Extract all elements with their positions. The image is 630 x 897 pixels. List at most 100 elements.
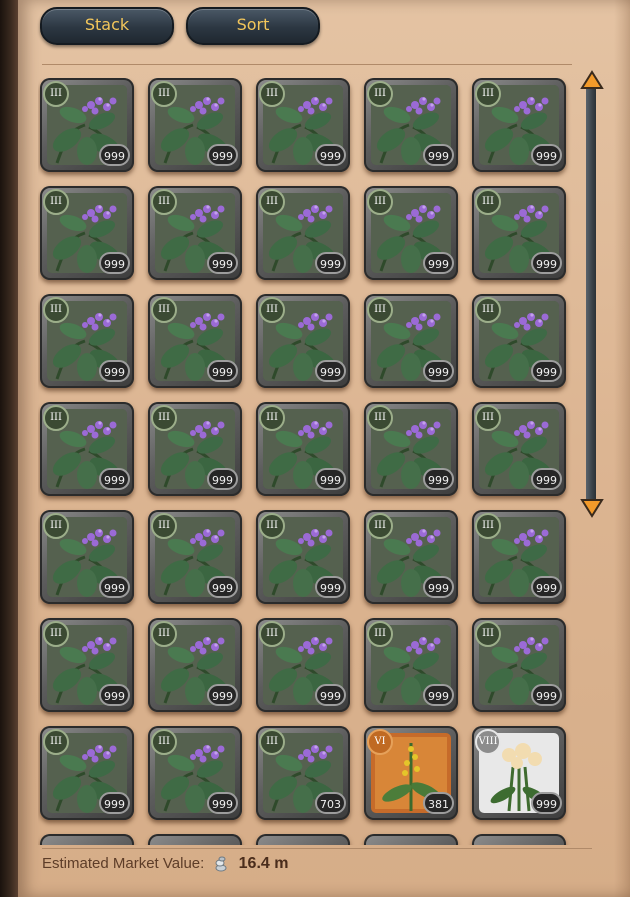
stack-count: 999 bbox=[423, 144, 454, 166]
tier-badge: III bbox=[367, 405, 393, 431]
inventory-slot[interactable]: III 999 bbox=[148, 618, 242, 712]
stack-count: 999 bbox=[423, 360, 454, 382]
stack-button[interactable]: Stack bbox=[40, 7, 174, 45]
divider bbox=[42, 848, 592, 849]
stack-count: 703 bbox=[315, 792, 346, 814]
stack-count: 999 bbox=[207, 144, 238, 166]
stack-count: 999 bbox=[207, 576, 238, 598]
inventory-slot[interactable]: III 999 bbox=[256, 510, 350, 604]
market-value-label: Estimated Market Value: bbox=[42, 855, 205, 872]
inventory-slot[interactable]: III 999 bbox=[40, 294, 134, 388]
stack-count: 999 bbox=[315, 576, 346, 598]
tier-badge: III bbox=[259, 513, 285, 539]
inventory-slot[interactable]: III 999 bbox=[472, 402, 566, 496]
stack-count: 999 bbox=[531, 684, 562, 706]
inventory-slot[interactable]: III 999 bbox=[472, 618, 566, 712]
tier-badge: III bbox=[43, 297, 69, 323]
stack-count: 999 bbox=[207, 684, 238, 706]
inventory-slot[interactable] bbox=[256, 834, 350, 845]
inventory-slot[interactable]: III 999 bbox=[256, 186, 350, 280]
inventory-slot[interactable] bbox=[40, 834, 134, 845]
stack-count: 999 bbox=[99, 684, 130, 706]
sort-button[interactable]: Sort bbox=[186, 7, 320, 45]
tier-badge: III bbox=[151, 513, 177, 539]
stack-count: 999 bbox=[315, 684, 346, 706]
inventory-slot[interactable] bbox=[148, 834, 242, 845]
tier-badge: III bbox=[43, 513, 69, 539]
tier-badge: VI bbox=[367, 729, 393, 755]
divider bbox=[42, 64, 572, 65]
tier-badge: III bbox=[367, 81, 393, 107]
stack-count: 999 bbox=[531, 360, 562, 382]
inventory-slot[interactable]: III 999 bbox=[256, 294, 350, 388]
inventory-slot[interactable]: III 999 bbox=[472, 78, 566, 172]
inventory-slot[interactable]: III 999 bbox=[472, 510, 566, 604]
inventory-slot[interactable]: III 999 bbox=[364, 402, 458, 496]
inventory-slot[interactable]: III 999 bbox=[148, 726, 242, 820]
tier-badge: III bbox=[43, 81, 69, 107]
inventory-slot[interactable]: III 999 bbox=[364, 618, 458, 712]
stack-count: 999 bbox=[207, 792, 238, 814]
inventory-slot[interactable]: III 999 bbox=[364, 294, 458, 388]
inventory-slot[interactable]: VIII 999 bbox=[472, 726, 566, 820]
stack-count: 999 bbox=[531, 576, 562, 598]
tier-badge: III bbox=[151, 729, 177, 755]
inventory-slot[interactable]: III 999 bbox=[40, 510, 134, 604]
tier-badge: III bbox=[475, 513, 501, 539]
tier-badge: III bbox=[475, 405, 501, 431]
stack-count: 999 bbox=[315, 468, 346, 490]
inventory-slot[interactable]: III 999 bbox=[256, 78, 350, 172]
inventory-slot[interactable]: III 999 bbox=[40, 726, 134, 820]
inventory-slot[interactable] bbox=[364, 834, 458, 845]
tier-badge: III bbox=[151, 405, 177, 431]
tier-badge: III bbox=[475, 297, 501, 323]
inventory-slot[interactable] bbox=[472, 834, 566, 845]
tier-badge: III bbox=[151, 189, 177, 215]
inventory-slot[interactable]: III 999 bbox=[40, 402, 134, 496]
inventory-slot[interactable]: III 999 bbox=[40, 618, 134, 712]
stack-count: 999 bbox=[99, 576, 130, 598]
tier-badge: III bbox=[151, 297, 177, 323]
chevron-down-icon[interactable] bbox=[580, 498, 604, 518]
tier-badge: III bbox=[43, 405, 69, 431]
tier-badge: III bbox=[43, 621, 69, 647]
stack-count: 999 bbox=[99, 468, 130, 490]
tier-badge: III bbox=[475, 621, 501, 647]
chevron-up-icon[interactable] bbox=[580, 70, 604, 90]
inventory-slot[interactable]: III 999 bbox=[256, 402, 350, 496]
inventory-slot[interactable]: III 999 bbox=[148, 402, 242, 496]
stack-count: 999 bbox=[207, 360, 238, 382]
stack-count: 999 bbox=[531, 468, 562, 490]
stack-count: 999 bbox=[531, 792, 562, 814]
inventory-slot[interactable]: III 999 bbox=[148, 78, 242, 172]
inventory-slot[interactable]: III 999 bbox=[148, 186, 242, 280]
inventory-slot[interactable]: III 999 bbox=[256, 618, 350, 712]
tier-badge: III bbox=[151, 621, 177, 647]
inventory-grid: III 999 III 999 III 999 III 999 III 999 … bbox=[38, 78, 578, 845]
inventory-slot[interactable]: VI 381 bbox=[364, 726, 458, 820]
inventory-slot[interactable]: III 999 bbox=[364, 186, 458, 280]
inventory-slot[interactable]: III 999 bbox=[148, 294, 242, 388]
stack-count: 999 bbox=[531, 252, 562, 274]
scrollbar-track[interactable] bbox=[586, 78, 596, 508]
market-value: 16.4 m bbox=[238, 855, 289, 872]
window-frame-left bbox=[0, 0, 18, 897]
stack-count: 999 bbox=[99, 360, 130, 382]
tier-badge: III bbox=[367, 621, 393, 647]
stack-count: 999 bbox=[99, 792, 130, 814]
stack-count: 999 bbox=[315, 360, 346, 382]
stack-count: 999 bbox=[99, 252, 130, 274]
inventory-slot[interactable]: III 999 bbox=[364, 78, 458, 172]
tier-badge: III bbox=[43, 729, 69, 755]
inventory-slot[interactable]: III 999 bbox=[40, 78, 134, 172]
tier-badge: III bbox=[367, 513, 393, 539]
stack-count: 999 bbox=[207, 252, 238, 274]
inventory-slot[interactable]: III 999 bbox=[364, 510, 458, 604]
inventory-slot[interactable]: III 999 bbox=[40, 186, 134, 280]
tier-badge: III bbox=[475, 189, 501, 215]
inventory-slot[interactable]: III 999 bbox=[148, 510, 242, 604]
tier-badge: III bbox=[259, 621, 285, 647]
inventory-slot[interactable]: III 999 bbox=[472, 186, 566, 280]
inventory-slot[interactable]: III 703 bbox=[256, 726, 350, 820]
inventory-slot[interactable]: III 999 bbox=[472, 294, 566, 388]
